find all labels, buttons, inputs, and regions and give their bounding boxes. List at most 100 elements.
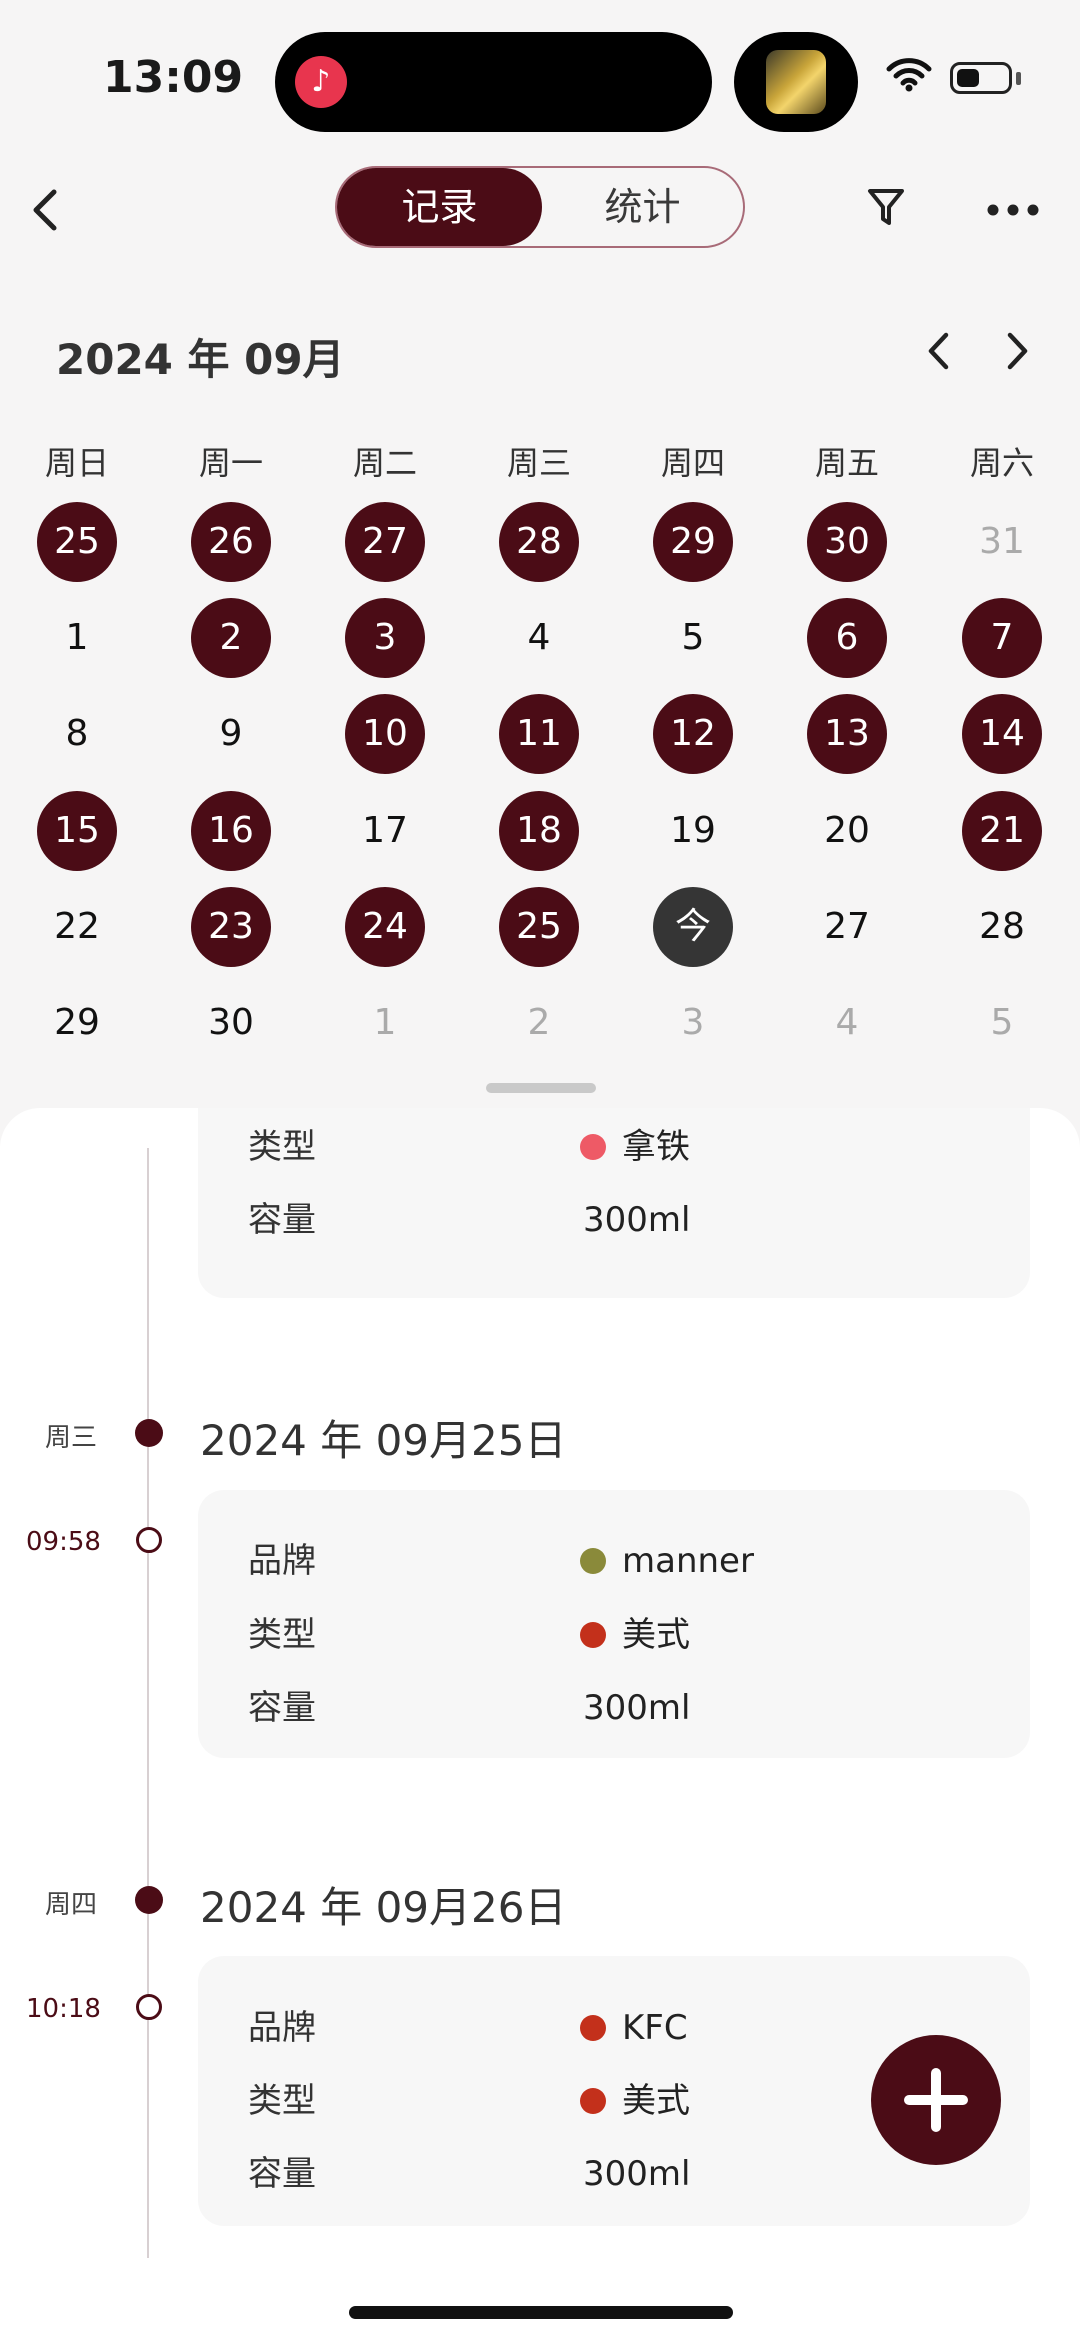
calendar-day[interactable]: 24 xyxy=(345,887,425,967)
add-record-button[interactable] xyxy=(871,2035,1001,2165)
calendar-day[interactable]: 3 xyxy=(653,983,733,1063)
calendar-day[interactable]: 5 xyxy=(962,983,1042,1063)
record-value: 300ml xyxy=(583,1200,691,1240)
calendar-day[interactable]: 26 xyxy=(191,502,271,582)
calendar-day[interactable]: 14 xyxy=(962,694,1042,774)
record-key: 类型 xyxy=(248,1127,316,1167)
now-playing-island[interactable] xyxy=(734,32,858,132)
timeline-weekday: 周四 xyxy=(45,1890,98,1920)
calendar-day[interactable]: 22 xyxy=(37,887,117,967)
record-key: 品牌 xyxy=(248,1541,316,1581)
record-key: 类型 xyxy=(248,2081,316,2121)
calendar-day[interactable]: 31 xyxy=(962,502,1042,582)
calendar-day[interactable]: 13 xyxy=(807,694,887,774)
calendar-day[interactable]: 9 xyxy=(191,694,271,774)
type-color-dot xyxy=(580,1622,606,1648)
record-row: 容量 300ml xyxy=(248,1190,1028,1250)
timeline-weekday: 周三 xyxy=(45,1423,98,1453)
weekday-header: 周日 周一 周二 周三 周四 周五 周六 xyxy=(0,438,1080,488)
record-row: 容量 300ml xyxy=(248,1678,1028,1738)
calendar-day[interactable]: 12 xyxy=(653,694,733,774)
calendar-day[interactable]: 30 xyxy=(191,983,271,1063)
record-key: 容量 xyxy=(248,1688,316,1728)
timeline-time-row: 10:18 xyxy=(0,1990,200,2030)
timeline-date-row: 周四 2024 年 09月26日 xyxy=(0,1870,1080,1932)
timeline-time-row: 09:58 xyxy=(0,1523,200,1563)
record-time: 10:18 xyxy=(26,1994,101,2024)
calendar-day[interactable]: 29 xyxy=(37,983,117,1063)
status-time: 13:09 xyxy=(103,52,244,103)
calendar-day[interactable]: 6 xyxy=(807,598,887,678)
calendar-day[interactable]: 10 xyxy=(345,694,425,774)
record-key: 品牌 xyxy=(248,2008,316,2048)
record-value: 美式 xyxy=(622,1615,690,1655)
month-title: 2024 年 09月 xyxy=(56,335,345,384)
record-value: 拿铁 xyxy=(622,1127,690,1167)
album-art xyxy=(766,50,826,114)
home-indicator[interactable] xyxy=(349,2306,733,2319)
calendar-day[interactable]: 18 xyxy=(499,791,579,871)
record-row: 类型 拿铁 xyxy=(248,1117,1028,1177)
calendar-day[interactable]: 11 xyxy=(499,694,579,774)
timeline-entry-dot xyxy=(136,1527,162,1553)
calendar-day[interactable]: 19 xyxy=(653,791,733,871)
calendar-day[interactable]: 28 xyxy=(499,502,579,582)
calendar-day[interactable]: 29 xyxy=(653,502,733,582)
record-value: manner xyxy=(622,1541,754,1581)
calendar-day[interactable]: 25 xyxy=(499,887,579,967)
calendar-day[interactable]: 7 xyxy=(962,598,1042,678)
calendar-day[interactable]: 20 xyxy=(807,791,887,871)
record-card[interactable]: 品牌 manner 类型 美式 容量 300ml xyxy=(198,1490,1030,1758)
calendar-day[interactable]: 1 xyxy=(345,983,425,1063)
weekday-label: 周六 xyxy=(969,444,1034,482)
calendar-day-today[interactable]: 今 xyxy=(653,887,733,967)
calendar-day[interactable]: 30 xyxy=(807,502,887,582)
record-value: KFC xyxy=(622,2008,688,2048)
calendar-day[interactable]: 4 xyxy=(499,598,579,678)
timeline-entry-dot xyxy=(136,1994,162,2020)
weekday-label: 周四 xyxy=(660,444,725,482)
view-toggle: 记录 统计 xyxy=(335,166,745,248)
calendar-day[interactable]: 4 xyxy=(807,983,887,1063)
calendar-day[interactable]: 2 xyxy=(499,983,579,1063)
record-card[interactable]: 类型 拿铁 容量 300ml xyxy=(198,1108,1030,1298)
calendar-day[interactable]: 16 xyxy=(191,791,271,871)
calendar-day[interactable]: 5 xyxy=(653,598,733,678)
calendar-day[interactable]: 23 xyxy=(191,887,271,967)
tab-statistics[interactable]: 统计 xyxy=(542,168,743,246)
weekday-label: 周三 xyxy=(506,444,571,482)
calendar-day[interactable]: 2 xyxy=(191,598,271,678)
record-time: 09:58 xyxy=(26,1527,101,1557)
filter-icon[interactable] xyxy=(866,186,906,230)
weekday-label: 周五 xyxy=(814,444,879,482)
back-icon[interactable] xyxy=(26,186,66,234)
calendar-day[interactable]: 25 xyxy=(37,502,117,582)
brand-color-dot xyxy=(580,2015,606,2041)
calendar-day[interactable]: 27 xyxy=(345,502,425,582)
calendar-day[interactable]: 28 xyxy=(962,887,1042,967)
more-icon[interactable] xyxy=(986,203,1040,217)
timeline-date-dot xyxy=(135,1886,163,1914)
dynamic-island[interactable]: ♪ xyxy=(275,32,712,132)
weekday-label: 周日 xyxy=(44,444,109,482)
calendar-day[interactable]: 3 xyxy=(345,598,425,678)
record-key: 容量 xyxy=(248,1200,316,1240)
calendar-day[interactable]: 15 xyxy=(37,791,117,871)
sheet-drag-handle[interactable] xyxy=(486,1083,596,1093)
chevron-left-icon[interactable] xyxy=(924,330,954,372)
calendar-day[interactable]: 1 xyxy=(37,598,117,678)
calendar-day[interactable]: 17 xyxy=(345,791,425,871)
tab-records[interactable]: 记录 xyxy=(337,168,542,246)
calendar-day[interactable]: 21 xyxy=(962,791,1042,871)
weekday-label: 周二 xyxy=(352,444,417,482)
record-row: 类型 美式 xyxy=(248,1605,1028,1665)
calendar-day[interactable]: 27 xyxy=(807,887,887,967)
timeline-date-row: 周三 2024 年 09月25日 xyxy=(0,1403,1080,1465)
record-key: 类型 xyxy=(248,1615,316,1655)
add-icon xyxy=(904,2068,968,2132)
calendar-day[interactable]: 8 xyxy=(37,694,117,774)
type-color-dot xyxy=(580,2088,606,2114)
timeline-date: 2024 年 09月26日 xyxy=(200,1883,567,1932)
record-row: 品牌 manner xyxy=(248,1531,1028,1591)
chevron-right-icon[interactable] xyxy=(1002,330,1032,372)
